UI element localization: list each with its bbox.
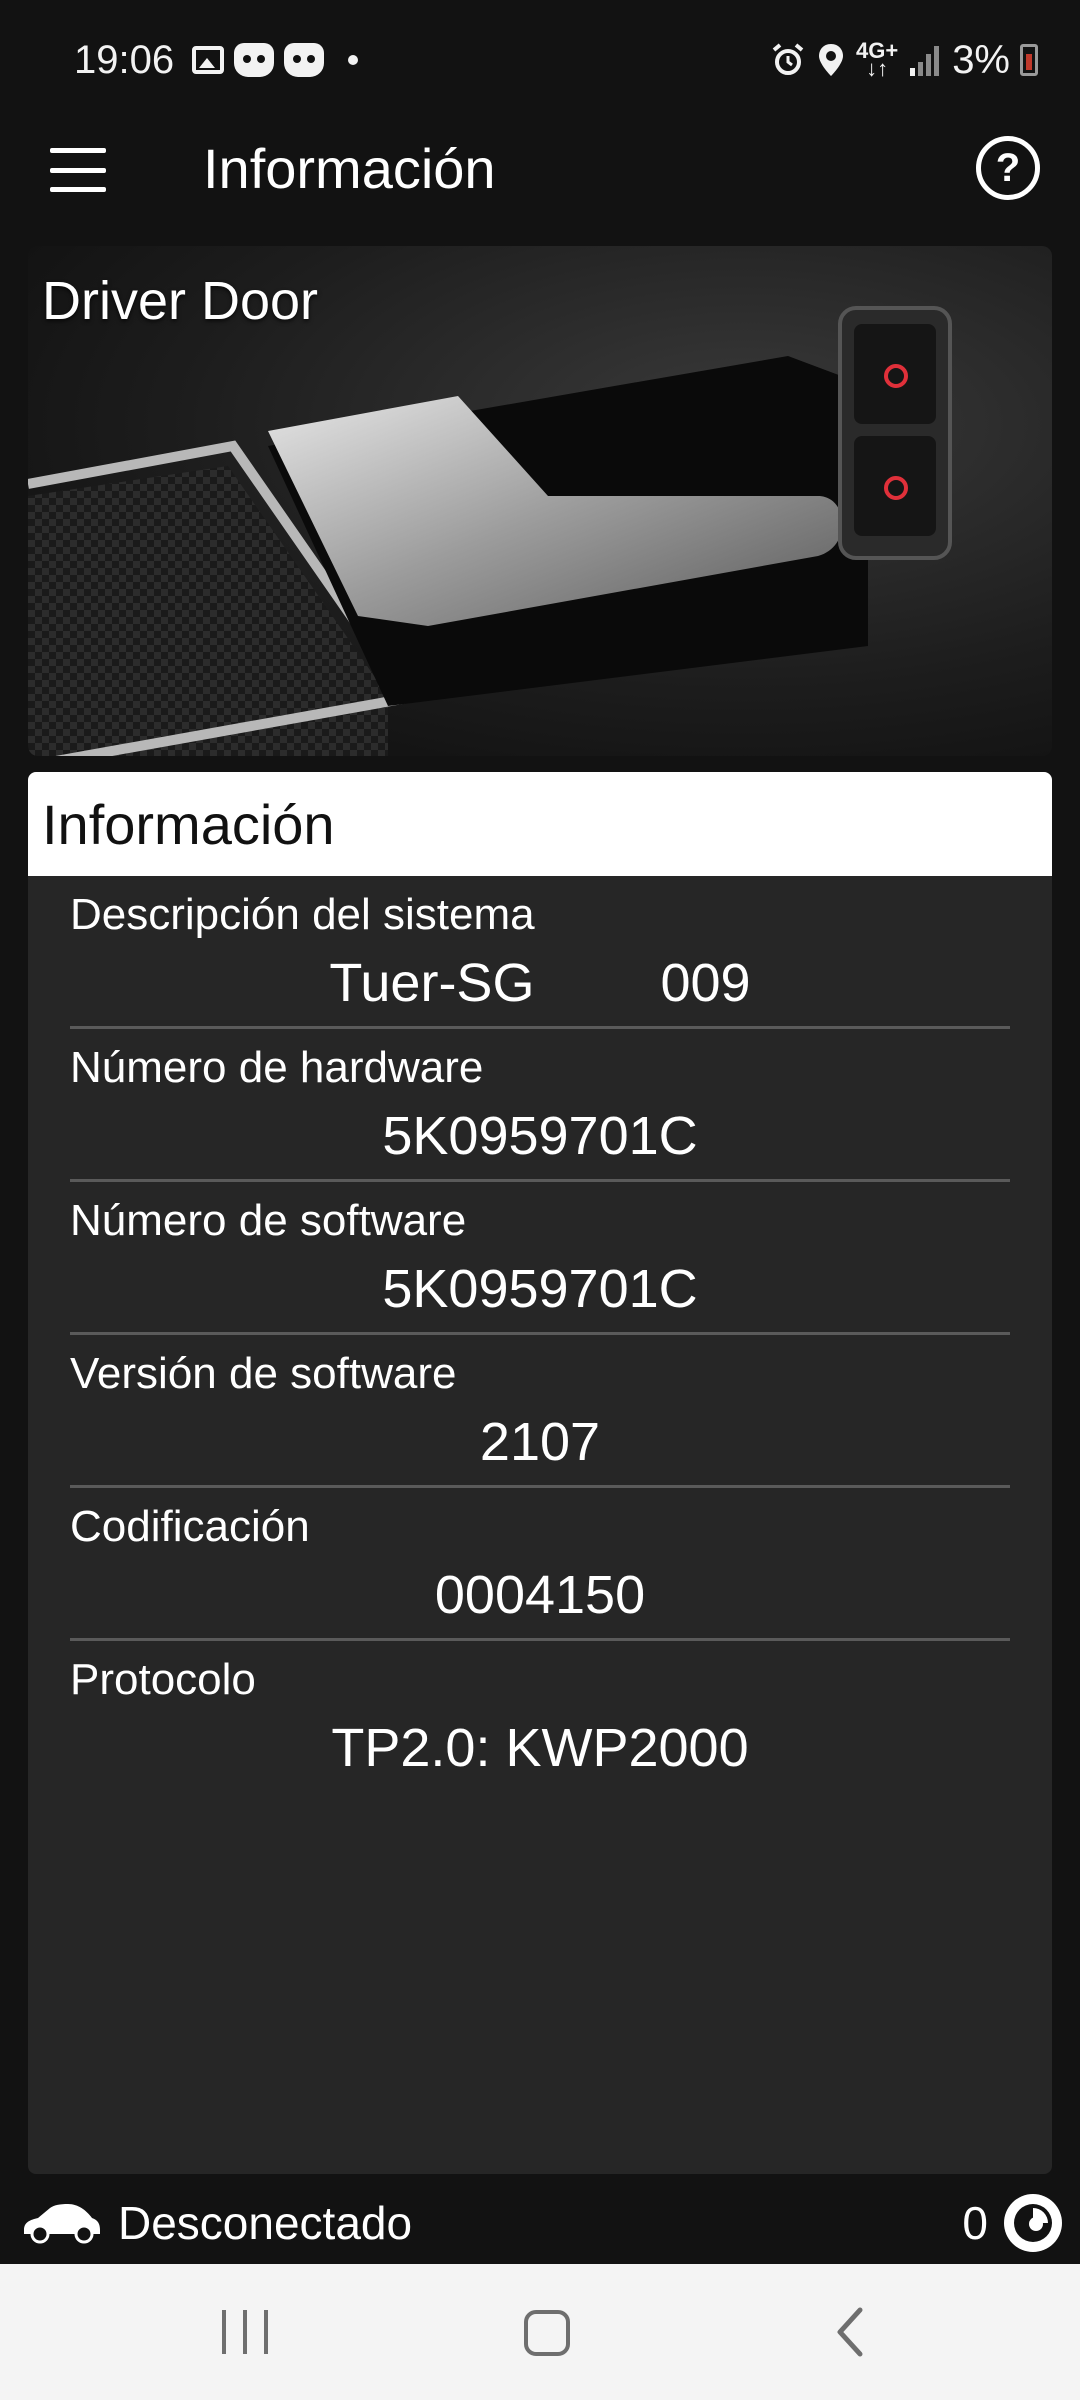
network-4g-icon: 4G+ ↓↑: [855, 38, 899, 81]
status-right: 4G+ ↓↑ 3%: [770, 38, 1038, 83]
module-title: Driver Door: [42, 271, 319, 331]
info-row-coding: Codificación 0004150: [70, 1488, 1010, 1641]
signal-icon: [910, 46, 940, 76]
info-row-protocol: Protocolo TP2.0: KWP2000: [70, 1641, 1010, 1794]
info-row-system-description: Descripción del sistema Tuer-SG 009: [70, 876, 1010, 1029]
row-label: Versión de software: [70, 1349, 457, 1398]
battery-percent: 3%: [952, 37, 1010, 82]
alarm-icon: [772, 43, 804, 75]
page-title: Información: [203, 137, 496, 200]
home-icon[interactable]: [524, 2310, 570, 2356]
image-icon: [192, 46, 225, 74]
cat-face-icon: [284, 43, 325, 77]
row-value: 2107: [479, 1412, 601, 1472]
system-nav-bar: [0, 2264, 1080, 2400]
row-label: Codificación: [70, 1502, 310, 1551]
row-value: TP2.0: KWP2000: [331, 1718, 749, 1778]
connection-status: Desconectado: [118, 2197, 413, 2249]
hamburger-menu-icon[interactable]: [50, 148, 106, 192]
connection-count: 0: [962, 2197, 988, 2249]
recent-apps-icon[interactable]: [222, 2304, 268, 2360]
app-bar: Información ?: [0, 120, 1080, 220]
connection-icon[interactable]: [1004, 2194, 1062, 2252]
status-left: 19:06: [74, 37, 359, 83]
info-header: Información: [28, 772, 1052, 876]
status-time: 19:06: [74, 37, 175, 82]
row-label: Protocolo: [70, 1655, 256, 1704]
cat-face-icon: [234, 43, 275, 77]
info-card: Información Descripción del sistema Tuer…: [28, 772, 1052, 2174]
status-bar: 19:06 4G+ ↓↑ 3%: [0, 0, 1080, 120]
dot-icon: [348, 55, 359, 65]
row-value-part: 009: [660, 953, 751, 1013]
module-image: Driver Door: [28, 246, 1052, 756]
app-screen: 19:06 4G+ ↓↑ 3% Información ? Driver Doo…: [0, 0, 1080, 2400]
battery-icon: [1020, 44, 1038, 76]
row-value: 5K0959701C: [382, 1259, 698, 1319]
row-value-part: Tuer-SG: [329, 953, 535, 1013]
network-label: 4G+: [855, 38, 899, 63]
back-icon[interactable]: [830, 2304, 870, 2360]
car-icon: [24, 2204, 100, 2244]
row-value: 0004150: [434, 1565, 646, 1625]
row-label: Descripción del sistema: [70, 890, 535, 939]
row-label: Número de software: [70, 1196, 467, 1245]
info-row-hardware-number: Número de hardware 5K0959701C: [70, 1029, 1010, 1182]
row-value: Tuer-SG 009: [70, 952, 1010, 1014]
row-value: 5K0959701C: [382, 1106, 698, 1166]
help-circle-icon[interactable]: ?: [976, 136, 1040, 200]
info-header-title: Información: [42, 792, 335, 856]
info-row-software-version: Versión de software 2107: [70, 1335, 1010, 1488]
connection-bar[interactable]: Desconectado 0: [0, 2186, 1080, 2260]
location-icon: [818, 44, 843, 76]
info-row-software-number: Número de software 5K0959701C: [70, 1182, 1010, 1335]
row-label: Número de hardware: [70, 1043, 484, 1092]
